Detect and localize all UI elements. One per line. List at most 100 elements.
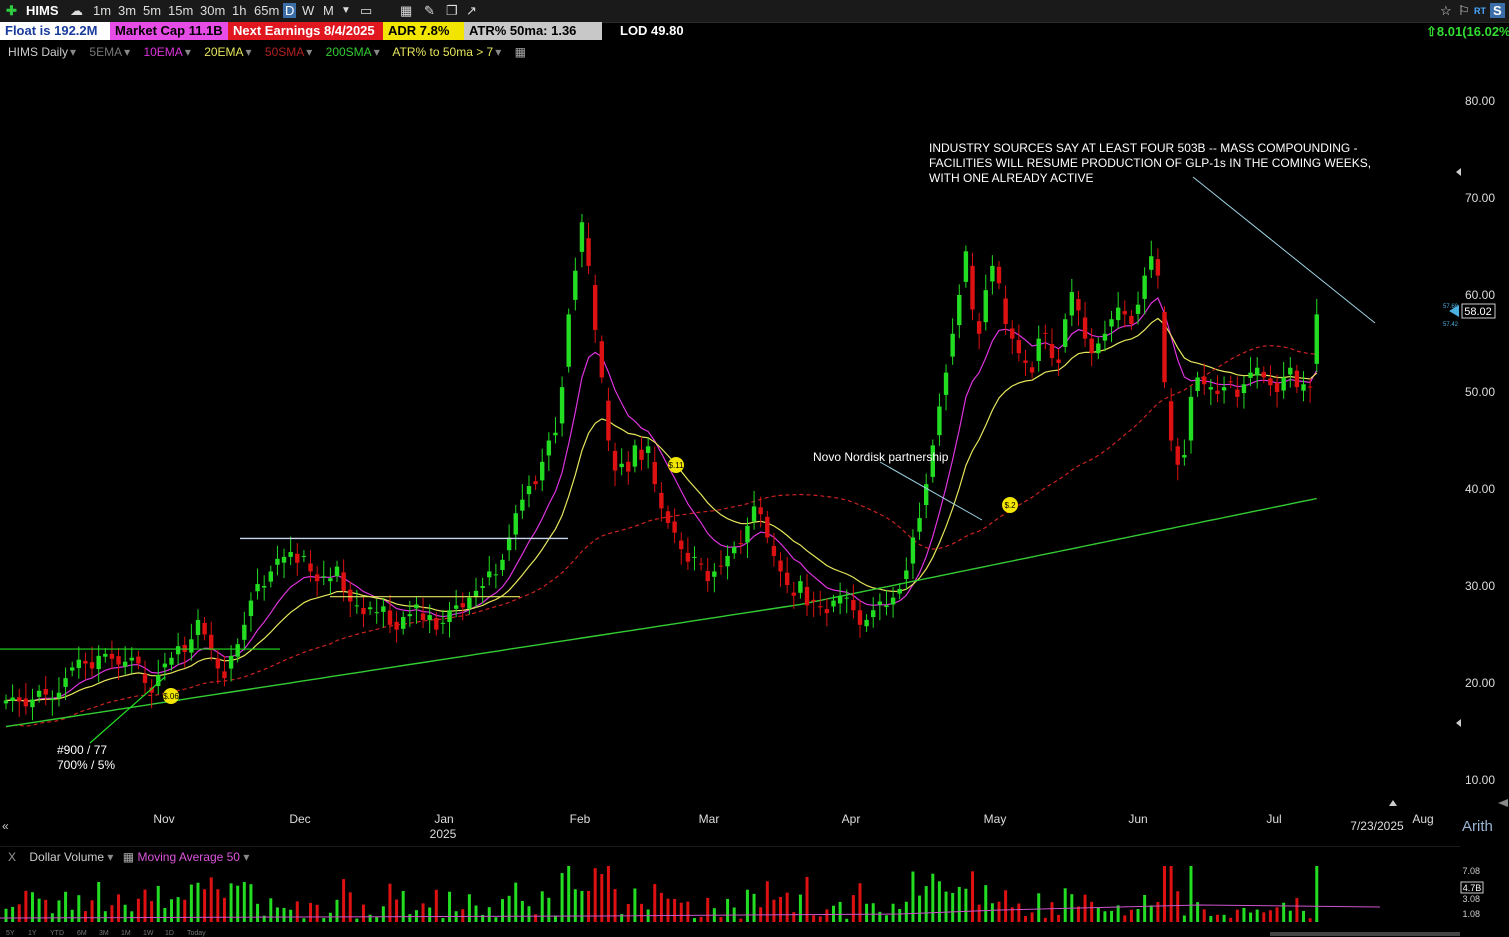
range-button[interactable]: 6M	[77, 930, 87, 937]
candle-body	[387, 610, 393, 625]
volume-bar	[90, 900, 94, 922]
timeframe-weekly[interactable]: W	[302, 3, 314, 18]
range-button[interactable]: YTD	[50, 930, 64, 937]
range-button[interactable]: 1W	[143, 930, 154, 937]
volume-bar	[613, 889, 617, 922]
volume-bar	[1043, 917, 1047, 922]
scroll-marker-icon	[1456, 719, 1461, 727]
chart-annotation: #900 / 77	[57, 743, 107, 757]
range-button[interactable]: 1D	[165, 930, 174, 937]
volume-chart: 7.084.783.081.084.7B 5Y1YYTD6M3M1M1W1DTo…	[0, 846, 1484, 937]
chart-style-icon[interactable]: ☁	[70, 3, 83, 19]
star-icon[interactable]: ☆	[1440, 3, 1452, 19]
candle-body	[513, 513, 518, 535]
timeframe-30m[interactable]: 30m	[200, 3, 225, 18]
share-icon[interactable]: ↗	[466, 3, 477, 19]
timeframe-5m[interactable]: 5m	[143, 3, 161, 18]
timeframe-65m[interactable]: 65m	[254, 3, 279, 18]
volume-bar	[1116, 905, 1120, 922]
candle-body	[831, 600, 836, 607]
volume-bar	[527, 906, 531, 922]
candle-body	[612, 450, 618, 471]
flag-icon[interactable]: ⚐	[1458, 3, 1470, 19]
candle-body	[1096, 343, 1101, 354]
candle-body	[897, 588, 902, 594]
candle-body	[1069, 292, 1075, 316]
candle-body	[659, 492, 664, 509]
volume-bar	[772, 899, 776, 922]
candle-body	[374, 612, 379, 614]
volume-bar	[170, 899, 173, 922]
range-button[interactable]: 1Y	[28, 930, 37, 937]
volume-bar	[977, 904, 981, 922]
range-button[interactable]: 5Y	[6, 930, 15, 937]
volume-bar	[11, 906, 15, 922]
candle-body	[798, 581, 803, 593]
x-month-label: Jan	[434, 812, 453, 826]
candle-body	[76, 659, 82, 669]
earnings-marker-label: $.11	[669, 461, 685, 470]
range-button[interactable]: Today	[187, 930, 206, 937]
timeframe-daily[interactable]: D	[283, 3, 297, 18]
copy-icon[interactable]: ❐	[446, 3, 458, 19]
candle-body	[665, 511, 671, 523]
timeframe-monthly[interactable]: M	[323, 3, 334, 18]
candle-body	[804, 586, 810, 606]
volume-bar	[375, 916, 379, 922]
text-tool-icon[interactable]: ▭	[360, 3, 372, 19]
candle-body	[890, 597, 896, 605]
timeframe-1m[interactable]: 1m	[93, 3, 111, 18]
candle-body	[950, 333, 955, 357]
volume-bar	[1315, 866, 1319, 922]
volume-bar	[706, 897, 710, 922]
draw-pencil-icon[interactable]: ✎	[424, 3, 435, 19]
candle-body	[784, 572, 790, 586]
volume-bar	[1295, 898, 1299, 922]
volume-bar	[4, 908, 8, 922]
volume-bar	[1143, 895, 1147, 922]
timeframe-dropdown-icon[interactable]: ▼	[341, 5, 351, 16]
candle-body	[1268, 378, 1273, 386]
volume-bar	[110, 905, 114, 922]
candle-body	[771, 545, 777, 556]
top-toolbar: ✚ HIMS ☁ 1m 3m 5m 15m 30m 1h 65m D W M ▼…	[0, 0, 1509, 23]
timeframe-3m[interactable]: 3m	[118, 3, 136, 18]
volume-y-tick: 1.08	[1462, 909, 1480, 919]
add-symbol-icon[interactable]: ✚	[6, 3, 17, 19]
volume-bar	[37, 898, 41, 922]
volume-bar	[911, 871, 915, 922]
candle-body	[983, 290, 988, 323]
candle-body	[103, 653, 108, 657]
volume-bar	[156, 885, 160, 922]
volume-bar	[222, 897, 226, 922]
candle-body	[996, 266, 1002, 284]
scale-mode-toggle[interactable]: Arith	[1462, 818, 1493, 835]
candle-body	[1162, 311, 1167, 383]
candle-body	[791, 592, 796, 596]
candle-body	[96, 655, 101, 670]
adr-badge: ADR 7.8%	[383, 22, 464, 40]
calculator-icon[interactable]: ▦	[400, 3, 412, 19]
candle-body	[341, 572, 346, 591]
sync-icon[interactable]: S	[1490, 3, 1505, 18]
volume-bar	[1096, 907, 1100, 922]
ticker-symbol[interactable]: HIMS	[26, 3, 59, 18]
candle-body	[679, 540, 684, 550]
range-button[interactable]: 3M	[99, 930, 109, 937]
price-chart[interactable]: 10.00 20.00 30.00 40.00 50.00 60.00 70.00 80.00…	[0, 40, 1509, 846]
candle-body	[281, 556, 287, 563]
candle-body	[864, 619, 869, 627]
volume-bar	[540, 891, 544, 922]
volume-bar	[428, 907, 432, 922]
candle-body	[1235, 389, 1240, 397]
timeframe-15m[interactable]: 15m	[168, 3, 193, 18]
candle-body	[1043, 332, 1048, 334]
next-earnings-badge: Next Earnings 8/4/2025	[228, 22, 383, 40]
volume-bar	[229, 883, 233, 922]
market-cap-badge: Market Cap 11.1B	[110, 22, 228, 40]
candle-body	[434, 618, 439, 630]
candle-body	[1115, 307, 1121, 321]
candle-body	[1281, 377, 1286, 391]
range-button[interactable]: 1M	[121, 930, 131, 937]
timeframe-1h[interactable]: 1h	[232, 3, 246, 18]
